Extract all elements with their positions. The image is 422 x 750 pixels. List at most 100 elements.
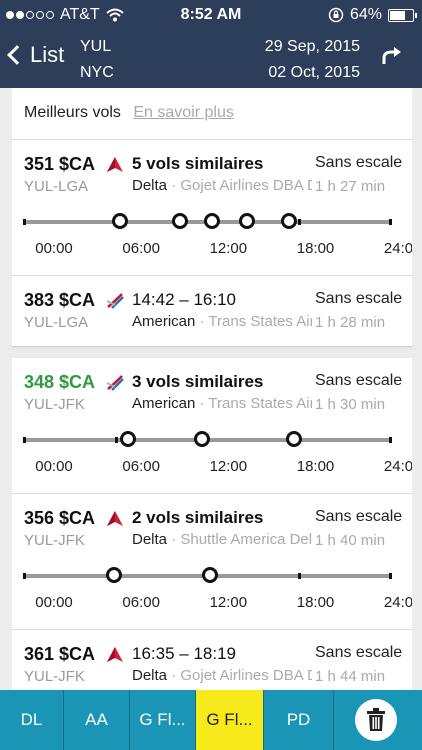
trip-dates: 29 Sep, 2015 02 Oct, 2015 [265, 34, 360, 86]
flight-duration: 1 h 27 min [315, 178, 386, 195]
flight-duration: 1 h 30 min [315, 396, 386, 413]
american-logo-icon [106, 375, 124, 391]
destination-code: NYC [80, 64, 114, 81]
flight-route: YUL-JFK [24, 532, 85, 549]
departure-marker[interactable] [203, 213, 220, 229]
time-label: 00:00 [35, 458, 73, 475]
flight-title: 14:42 – 16:10 [132, 290, 236, 309]
timeline-labels: 00:00 06:00 12:00 18:00 24:00 [12, 240, 412, 260]
time-label: 24:00 [383, 594, 412, 611]
depart-date: 29 Sep, 2015 [264, 38, 360, 55]
timeline-tick [23, 573, 26, 579]
timeline-tick [23, 437, 26, 443]
flight-airline: American · Trans States Airlines [132, 313, 312, 330]
best-flights-row: Meilleurs vols En savoir plus [12, 88, 412, 140]
departure-marker[interactable] [112, 213, 129, 229]
time-label: 18:00 [296, 458, 335, 475]
departure-marker[interactable] [105, 567, 122, 583]
airline-name: Delta [132, 667, 168, 684]
departure-marker[interactable] [281, 213, 298, 229]
flight-row[interactable]: 356 $CA YUL-JFK 2 vols similaires Delta · S… [12, 494, 412, 630]
return-date: 02 Oct, 2015 [268, 64, 360, 81]
flight-title: 3 vols similaires [132, 372, 264, 391]
flight-price: 348 $CA [24, 372, 96, 392]
airline-partner: · Trans States Airlines [199, 395, 312, 412]
airline-partner: · Gojet Airlines DBA Delta [171, 667, 312, 684]
trash-icon [367, 708, 385, 731]
bottom-tab-bar: DL AA G Fl... G Fl... PD [0, 690, 422, 750]
time-label: 06:00 [122, 458, 160, 475]
timeline-tick [23, 219, 26, 225]
route-info: YUL NYC [80, 34, 114, 86]
tab-3[interactable]: G Fl... [196, 690, 264, 750]
airline-name: American [132, 395, 196, 412]
back-button[interactable]: List [7, 42, 64, 68]
flight-airline: Delta · Shuttle America Delta [132, 531, 312, 548]
flight-route: YUL-LGA [24, 314, 89, 331]
flight-row[interactable]: 361 $CA YUL-JFK 16:35 – 18:19 Delta · Gojet… [12, 630, 412, 690]
tab-2[interactable]: G Fl... [130, 690, 196, 750]
flight-row[interactable]: 348 $CA YUL-JFK 3 vols similaires American … [12, 358, 412, 494]
flight-stops: Sans escale [315, 154, 403, 171]
flight-price: 383 $CA [24, 290, 96, 310]
departure-marker[interactable] [285, 431, 302, 447]
app-header: AT&T 8:52 AM 64% List YUL NYC 29 Sep, 20… [0, 0, 422, 88]
airline-name: American [132, 313, 196, 330]
airline-partner: · Gojet Airlines DBA Delta [171, 177, 312, 194]
time-label: 24:00 [383, 458, 412, 475]
departure-marker[interactable] [238, 213, 255, 229]
tab-1[interactable]: AA [64, 690, 130, 750]
time-label: 00:00 [35, 594, 73, 611]
battery-group: 64% [328, 6, 417, 24]
timeline-tick [389, 573, 392, 579]
flight-duration: 1 h 28 min [315, 314, 386, 331]
flight-duration: 1 h 44 min [315, 668, 386, 685]
time-label: 12:00 [209, 594, 248, 611]
share-icon[interactable] [380, 44, 404, 68]
best-flights-label: Meilleurs vols [24, 104, 121, 121]
results-card: Meilleurs vols En savoir plus 351 $CA YUL… [12, 88, 412, 346]
flight-duration: 1 h 40 min [315, 532, 386, 549]
flight-price: 351 $CA [24, 154, 96, 174]
time-label: 12:00 [209, 240, 248, 257]
flight-route: YUL-LGA [24, 178, 89, 195]
results-list[interactable]: Meilleurs vols En savoir plus 351 $CA YUL… [12, 88, 412, 690]
battery-percent: 64% [349, 6, 382, 23]
flight-price: 361 $CA [24, 644, 96, 664]
flight-row[interactable]: 383 $CA YUL-LGA 14:42 – 16:10 American · Tr… [12, 276, 412, 346]
airline-partner: · Shuttle America Delta [167, 531, 312, 548]
delta-logo-icon [107, 157, 123, 172]
origin-code: YUL [80, 38, 112, 55]
airline-name: Delta [132, 177, 168, 194]
rotation-lock-icon [328, 7, 344, 23]
departure-marker[interactable] [171, 213, 188, 229]
flight-price: 356 $CA [24, 508, 96, 528]
timeline-labels: 00:00 06:00 12:00 18:00 24:00 [12, 594, 412, 614]
flight-airline: American · Trans States Airlines [132, 395, 312, 412]
departure-timeline [23, 431, 392, 447]
timeline-tick [297, 573, 301, 579]
flight-route: YUL-JFK [24, 396, 85, 413]
departure-marker[interactable] [194, 431, 211, 447]
timeline-tick [389, 219, 392, 225]
flight-stops: Sans escale [315, 508, 403, 525]
flight-title: 16:35 – 18:19 [132, 644, 236, 663]
flight-title: 5 vols similaires [132, 154, 264, 173]
departure-marker[interactable] [202, 567, 219, 583]
delta-logo-icon [107, 647, 123, 662]
timeline-tick [389, 437, 392, 443]
flight-airline: Delta · Gojet Airlines DBA Delta [132, 667, 312, 684]
time-label: 18:00 [296, 594, 335, 611]
flight-row[interactable]: 351 $CA YUL-LGA 5 vols similaires Delta · G… [12, 140, 412, 276]
departure-marker[interactable] [119, 431, 136, 447]
timeline-labels: 00:00 06:00 12:00 18:00 24:00 [12, 458, 412, 478]
tab-4[interactable]: PD [264, 690, 334, 750]
tab-0[interactable]: DL [0, 690, 64, 750]
delete-button[interactable] [334, 690, 418, 750]
airline-name: Delta [132, 531, 168, 548]
time-label: 12:00 [209, 458, 248, 475]
status-bar: AT&T 8:52 AM 64% [0, 0, 422, 30]
learn-more-link[interactable]: En savoir plus [133, 104, 234, 121]
timeline-tick [297, 219, 301, 225]
time-label: 00:00 [35, 240, 73, 257]
